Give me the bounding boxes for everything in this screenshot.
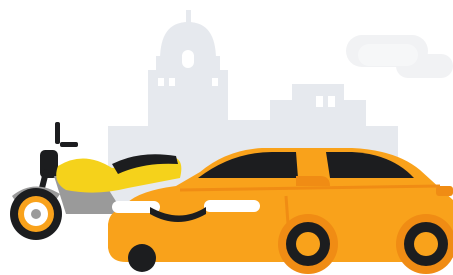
cloud-icon: [346, 35, 453, 78]
illustration-scene: [0, 0, 453, 275]
illustration-svg: [10, 10, 453, 274]
